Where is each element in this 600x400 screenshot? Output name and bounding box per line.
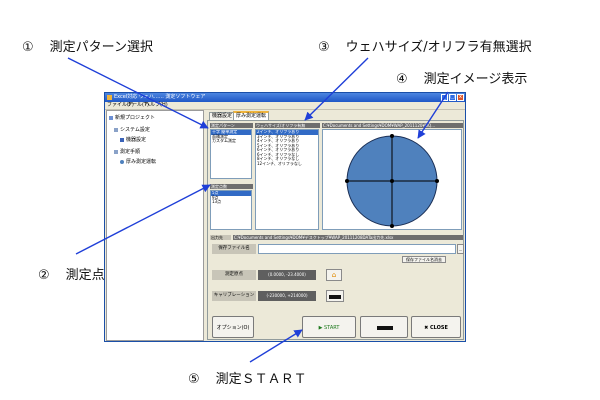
arrow-start [249, 329, 303, 363]
arrow-wafer [304, 57, 369, 121]
arrow-pattern [67, 57, 209, 129]
arrow-image [417, 91, 449, 139]
annotation-arrows [67, 57, 449, 363]
arrow-points [75, 184, 211, 255]
